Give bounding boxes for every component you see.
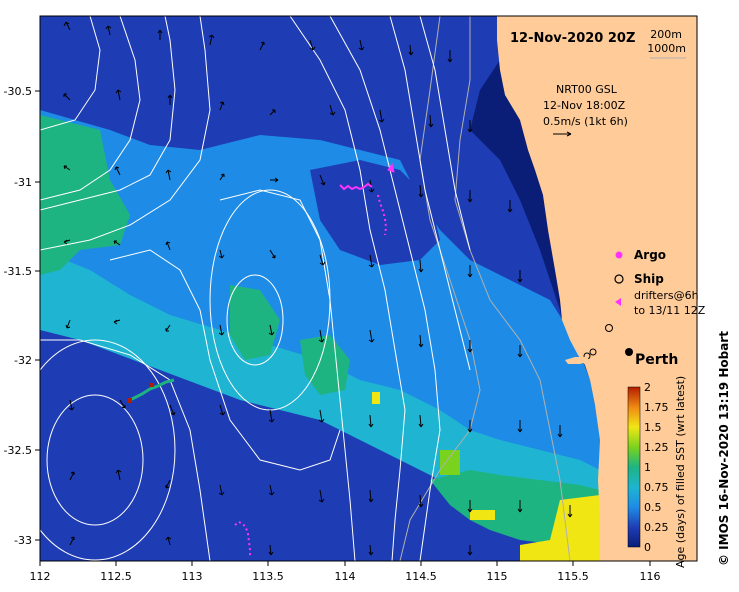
x-tick-label: 112 — [30, 570, 51, 583]
y-tick-label: -33 — [14, 534, 32, 547]
x-tick-label: 115 — [487, 570, 508, 583]
x-tick-label: 114.5 — [405, 570, 437, 583]
colorbar-tick: 1 — [644, 461, 651, 474]
colorbar — [627, 386, 641, 548]
colorbar-tick: 1.75 — [644, 401, 669, 414]
x-tick-label: 114 — [335, 570, 356, 583]
colorbar-tick: 1.25 — [644, 441, 669, 454]
current-scale: 0.5m/s (1kt 6h) — [543, 115, 628, 128]
x-tick-label: 113 — [182, 570, 203, 583]
x-tick-label: 112.5 — [100, 570, 132, 583]
contour-label-200m: 200m — [650, 28, 682, 41]
age-zone-125-patch — [440, 450, 460, 475]
colorbar-tick: 1.5 — [644, 421, 662, 434]
city-perth: Perth — [635, 352, 678, 368]
colorbar-tick: 0 — [644, 541, 651, 554]
colorbar-tick: 0.25 — [644, 521, 669, 534]
current-time: 12-Nov 18:00Z — [543, 99, 626, 112]
legend-ship: Ship — [634, 272, 664, 286]
x-tick-label: 115.5 — [557, 570, 589, 583]
map-title: 12-Nov-2020 20Z — [510, 31, 635, 46]
colorbar-label: Age (days) of filled SST (wrt latest) — [674, 376, 687, 568]
colorbar-tick: 2 — [644, 381, 651, 394]
x-tick-label: 116 — [640, 570, 661, 583]
contour-label-1000m: 1000m — [647, 42, 686, 55]
colorbar-tick: 0.75 — [644, 481, 669, 494]
current-source: NRT00 GSL — [556, 83, 618, 96]
sst-layers — [40, 16, 697, 561]
x-axis-labels: 112 112.5 113 113.5 114 114.5 115 115.5 … — [30, 570, 661, 583]
sst-age-map: 112 112.5 113 113.5 114 114.5 115 115.5 … — [4, 15, 731, 583]
y-axis-labels: -30.5 -31 -31.5 -32 -32.5 -33 — [4, 85, 32, 547]
colorbar-tick: 0.5 — [644, 501, 662, 514]
y-tick-label: -31 — [14, 176, 32, 189]
x-tick-label: 113.5 — [252, 570, 284, 583]
y-tick-label: -32 — [14, 354, 32, 367]
credit-line: © IMOS 16-Nov-2020 13:19 Hobart — [717, 331, 731, 566]
perth-marker — [625, 348, 633, 356]
y-tick-label: -32.5 — [4, 444, 32, 457]
age-zone-15-patch2 — [372, 392, 380, 404]
age-zone-15-patch — [470, 510, 495, 520]
legend-drifters: drifters@6h — [634, 289, 699, 302]
y-tick-label: -31.5 — [4, 265, 32, 278]
y-tick-label: -30.5 — [4, 85, 32, 98]
argo-icon — [615, 251, 623, 259]
legend-drifters-period: to 13/11 12Z — [634, 304, 706, 317]
legend-argo: Argo — [634, 248, 666, 262]
